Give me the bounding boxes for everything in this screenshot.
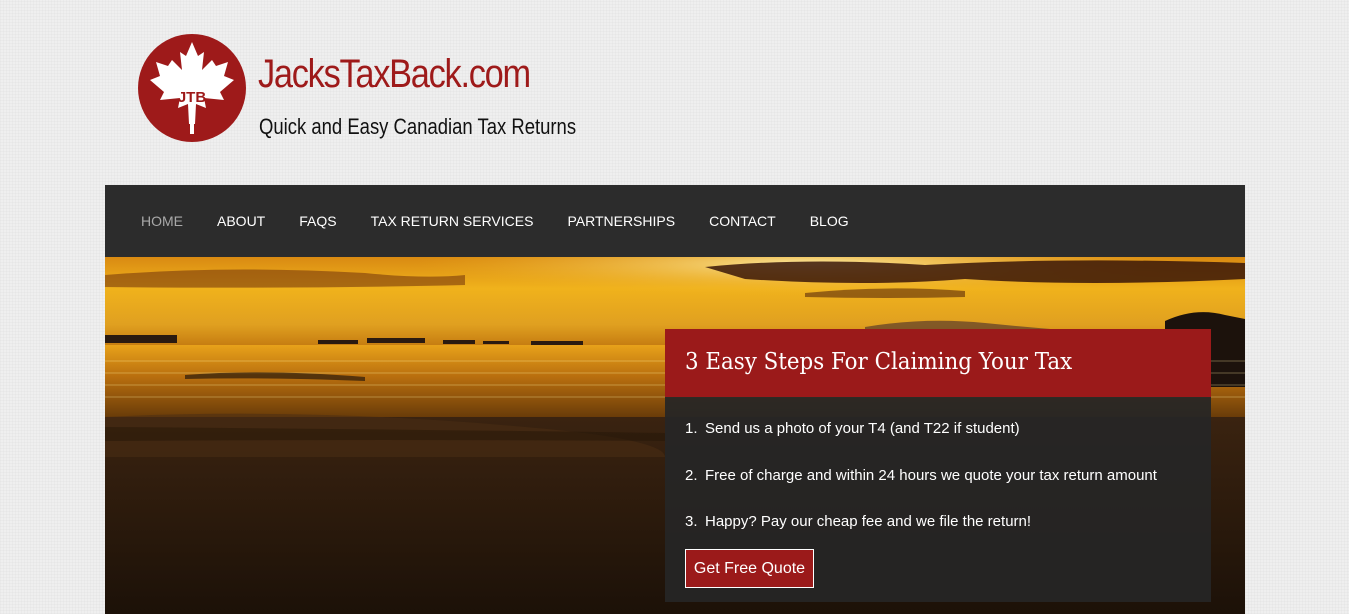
steps-heading-bar: 3 Easy Steps For Claiming Your Tax xyxy=(665,329,1211,397)
nav-item-faqs[interactable]: FAQS xyxy=(299,213,336,229)
brand-tagline: Quick and Easy Canadian Tax Returns xyxy=(259,114,577,139)
step-item-1: 1. Send us a photo of your T4 (and T22 if… xyxy=(685,420,1020,437)
nav-item-about[interactable]: ABOUT xyxy=(217,213,265,229)
step-text: Happy? Pay our cheap fee and we file the… xyxy=(705,513,1032,530)
nav-item-tax-return-services[interactable]: TAX RETURN SERVICES xyxy=(371,213,534,229)
nav-list: HOME ABOUT FAQS TAX RETURN SERVICES PART… xyxy=(105,185,1245,257)
step-number: 3. xyxy=(685,513,698,530)
step-number: 2. xyxy=(685,467,698,484)
nav-item-partnerships[interactable]: PARTNERSHIPS xyxy=(567,213,675,229)
nav-item-home[interactable]: HOME xyxy=(141,213,183,229)
step-number: 1. xyxy=(685,420,698,437)
nav-item-blog[interactable]: BLOG xyxy=(810,213,849,229)
step-text: Send us a photo of your T4 (and T22 if s… xyxy=(705,420,1020,437)
step-item-3: 3. Happy? Pay our cheap fee and we file t… xyxy=(685,513,1031,530)
steps-panel: 3 Easy Steps For Claiming Your Tax 1. Sen… xyxy=(665,329,1211,602)
nav-item-contact[interactable]: CONTACT xyxy=(709,213,776,229)
maple-leaf-logo-icon: JTB xyxy=(138,34,246,142)
brand-name[interactable]: JacksTaxBack.com xyxy=(258,54,531,94)
get-free-quote-button[interactable]: Get Free Quote xyxy=(685,549,814,588)
step-text: Free of charge and within 24 hours we qu… xyxy=(705,467,1157,484)
site-logo-link[interactable]: JTB JacksTaxBack.com Quick and Easy Cana… xyxy=(138,34,576,146)
logo-initials: JTB xyxy=(178,89,207,106)
main-navigation: HOME ABOUT FAQS TAX RETURN SERVICES PART… xyxy=(105,185,1245,257)
step-item-2: 2. Free of charge and within 24 hours we … xyxy=(685,467,1157,484)
steps-heading: 3 Easy Steps For Claiming Your Tax xyxy=(685,349,1073,375)
